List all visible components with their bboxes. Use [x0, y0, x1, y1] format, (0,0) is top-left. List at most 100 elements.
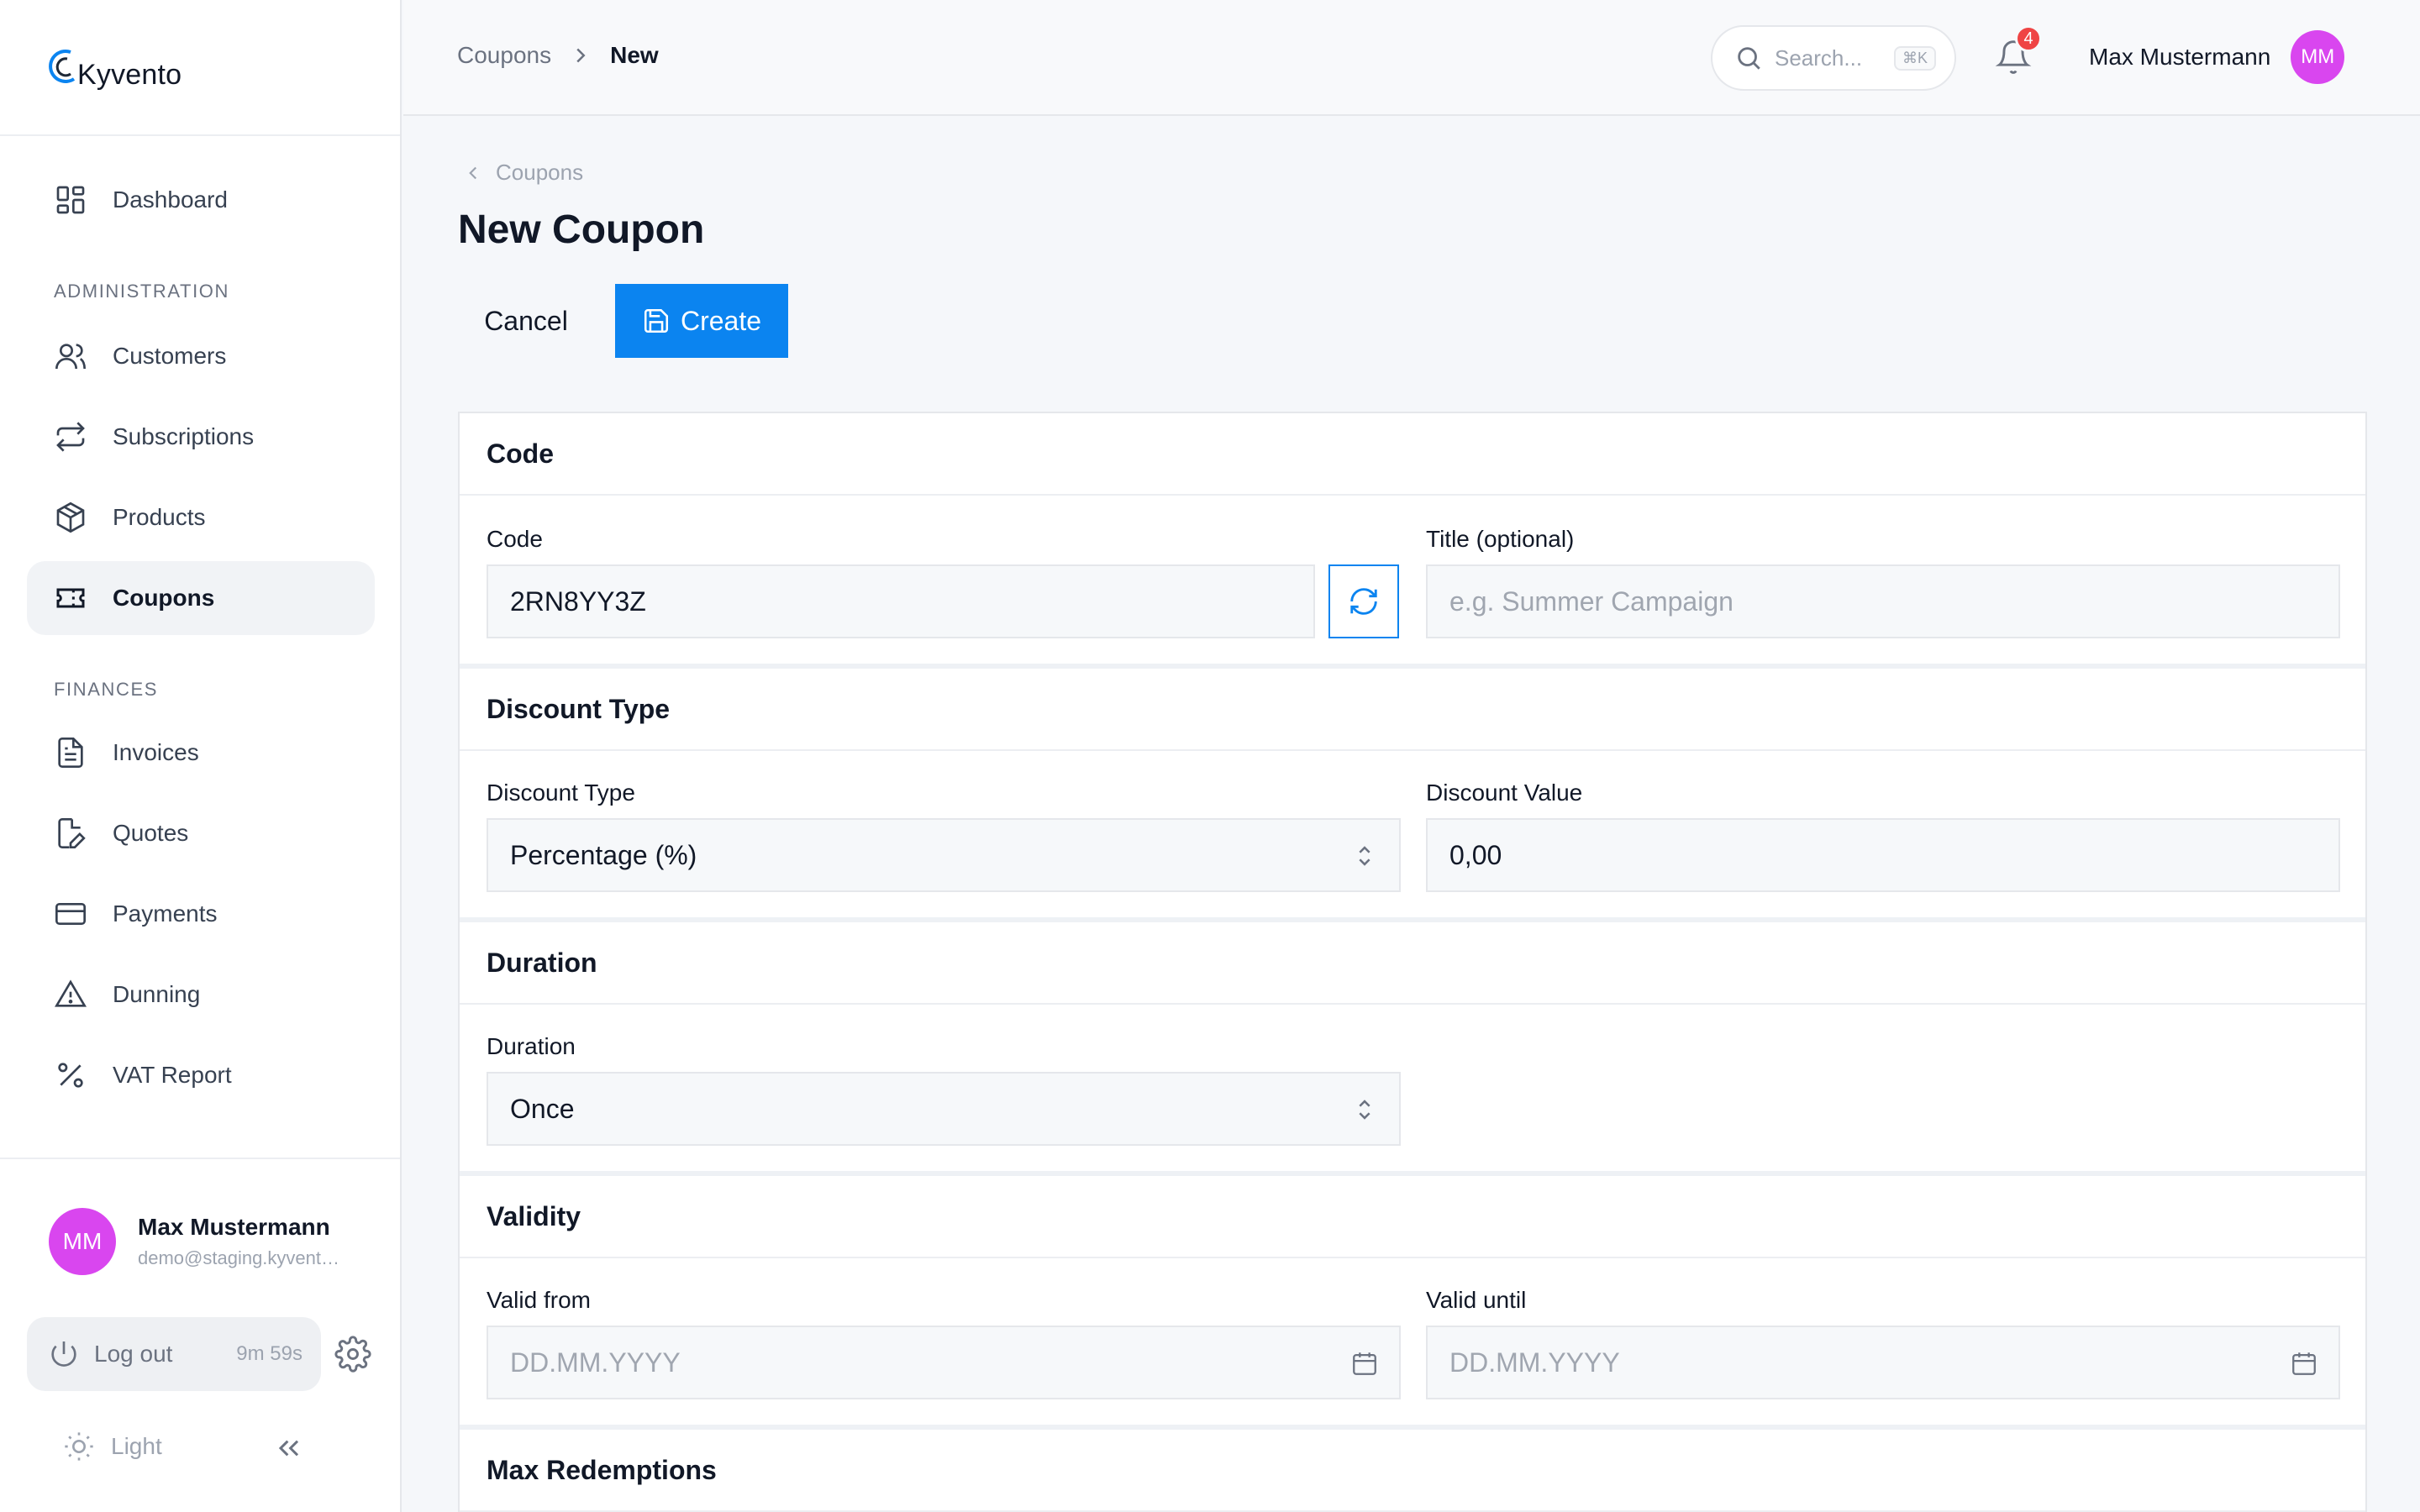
- repeat-icon: [56, 422, 85, 452]
- section-finances: FINANCES: [54, 679, 159, 700]
- sidebar-item-label: Dashboard: [113, 186, 228, 213]
- sidebar-profile[interactable]: MM Max Mustermann demo@staging.kyvento.c…: [49, 1208, 348, 1275]
- profile-email: demo@staging.kyvento.com: [138, 1247, 348, 1268]
- logout-button[interactable]: Log out 9m 59s: [27, 1317, 321, 1391]
- chevron-right-icon: [576, 48, 586, 63]
- sidebar-item-label: VAT Report: [113, 1062, 232, 1088]
- search-shortcut: ⌘K: [1893, 45, 1936, 71]
- avatar: MM: [2291, 30, 2345, 84]
- create-button[interactable]: Create: [615, 284, 788, 358]
- section-code-title: Code: [460, 413, 2365, 496]
- discount-type-label: Discount Type: [487, 780, 635, 806]
- power-icon: [51, 1341, 76, 1367]
- search-input[interactable]: Search... ⌘K: [1711, 25, 1956, 91]
- theme-label: Light: [111, 1433, 162, 1459]
- sidebar-item-label: Customers: [113, 343, 227, 369]
- code-input[interactable]: 2RN8YY3Z: [487, 564, 1315, 638]
- breadcrumb-coupons[interactable]: Coupons: [457, 42, 551, 69]
- valid-until-input[interactable]: DD.MM.YYYY: [1426, 1326, 2340, 1399]
- gear-icon[interactable]: [334, 1336, 371, 1373]
- section-redemptions-title: Max Redemptions: [460, 1430, 2365, 1512]
- app-name: Kyvento: [77, 58, 182, 91]
- users-icon: [55, 344, 86, 370]
- valid-from-placeholder: DD.MM.YYYY: [510, 1347, 681, 1378]
- top-bar: Coupons New Search... ⌘K 4 Max Musterman…: [403, 0, 2420, 116]
- valid-until-placeholder: DD.MM.YYYY: [1449, 1347, 1620, 1378]
- avatar: MM: [49, 1208, 116, 1275]
- code-label: Code: [487, 526, 543, 552]
- profile-name: Max Mustermann: [138, 1214, 330, 1240]
- sun-icon: [65, 1432, 93, 1461]
- percent-icon: [58, 1063, 83, 1088]
- ticket-icon: [56, 588, 85, 608]
- save-icon: [644, 308, 668, 333]
- sidebar-item-label: Coupons: [113, 585, 215, 611]
- sidebar-item-products[interactable]: Products: [27, 480, 375, 554]
- file-edit-icon: [58, 818, 86, 848]
- section-administration: ADMINISTRATION: [54, 281, 229, 302]
- create-button-label: Create: [680, 305, 762, 336]
- back-link-label: Coupons: [496, 160, 584, 185]
- sidebar-item-label: Dunning: [113, 981, 201, 1007]
- sidebar-item-payments[interactable]: Payments: [27, 877, 375, 951]
- logout-label: Log out: [94, 1341, 173, 1367]
- sidebar-item-label: Products: [113, 504, 206, 530]
- discount-value-input[interactable]: 0,00: [1426, 818, 2340, 892]
- search-placeholder: Search...: [1775, 45, 1863, 71]
- valid-from-label: Valid from: [487, 1287, 591, 1313]
- sidebar-item-label: Subscriptions: [113, 423, 255, 449]
- sidebar-item-quotes[interactable]: Quotes: [27, 796, 375, 870]
- sidebar-item-subscriptions[interactable]: Subscriptions: [27, 400, 375, 474]
- sidebar-item-vat-report[interactable]: VAT Report: [27, 1038, 375, 1112]
- sidebar-item-label: Payments: [113, 900, 218, 927]
- collapse-sidebar-icon[interactable]: [272, 1431, 306, 1465]
- notification-badge: 4: [2015, 25, 2042, 52]
- calendar-icon[interactable]: [1350, 1349, 1379, 1378]
- title-input[interactable]: e.g. Summer Campaign: [1426, 564, 2340, 638]
- logo-divider: [0, 134, 400, 136]
- app-logo[interactable]: Kyvento: [45, 42, 182, 96]
- title-label: Title (optional): [1426, 526, 1575, 552]
- back-link[interactable]: Coupons: [462, 160, 583, 186]
- section-duration-title: Duration: [460, 922, 2365, 1005]
- chevron-left-icon: [469, 166, 477, 179]
- sidebar-item-dashboard[interactable]: Dashboard: [27, 163, 375, 237]
- breadcrumb: Coupons New: [457, 42, 659, 69]
- discount-value-label: Discount Value: [1426, 780, 1583, 806]
- section-validity-title: Validity: [460, 1176, 2365, 1258]
- sidebar-item-coupons[interactable]: Coupons: [27, 561, 375, 635]
- sidebar-item-customers[interactable]: Customers: [27, 319, 375, 393]
- select-arrows-icon: [1359, 846, 1370, 866]
- coupon-form: Code Code 2RN8YY3Z Title (optional) e.g.…: [458, 412, 2367, 1512]
- sidebar-item-invoices[interactable]: Invoices: [27, 716, 375, 790]
- calendar-icon[interactable]: [2290, 1349, 2318, 1378]
- box-icon: [56, 501, 85, 533]
- user-menu[interactable]: Max Mustermann MM: [2089, 30, 2345, 84]
- page-title: New Coupon: [458, 207, 705, 252]
- theme-toggle[interactable]: Light: [62, 1430, 162, 1463]
- select-arrows-icon: [1359, 1100, 1370, 1120]
- sidebar: Kyvento Dashboard ADMINISTRATION Custome…: [0, 0, 402, 1512]
- duration-select[interactable]: Once: [487, 1072, 1401, 1146]
- file-icon: [58, 738, 83, 768]
- regenerate-code-button[interactable]: [1328, 564, 1399, 638]
- sidebar-item-label: Invoices: [113, 739, 199, 765]
- valid-from-input[interactable]: DD.MM.YYYY: [487, 1326, 1401, 1399]
- sidebar-bottom-divider: [0, 1158, 400, 1159]
- warning-icon: [55, 979, 87, 1007]
- duration-value: Once: [510, 1093, 575, 1124]
- session-timer: 9m 59s: [236, 1342, 302, 1365]
- valid-until-label: Valid until: [1426, 1287, 1527, 1313]
- sidebar-item-label: Quotes: [113, 820, 189, 846]
- sidebar-item-dunning[interactable]: Dunning: [27, 958, 375, 1032]
- section-discount-title: Discount Type: [460, 669, 2365, 751]
- cancel-button[interactable]: Cancel: [459, 284, 593, 358]
- discount-type-value: Percentage (%): [510, 839, 697, 870]
- duration-label: Duration: [487, 1033, 576, 1059]
- refresh-icon: [1350, 588, 1377, 615]
- discount-type-select[interactable]: Percentage (%): [487, 818, 1401, 892]
- breadcrumb-current: New: [610, 42, 659, 68]
- search-icon: [1738, 47, 1760, 70]
- dashboard-icon: [56, 186, 85, 214]
- user-name: Max Mustermann: [2089, 44, 2271, 70]
